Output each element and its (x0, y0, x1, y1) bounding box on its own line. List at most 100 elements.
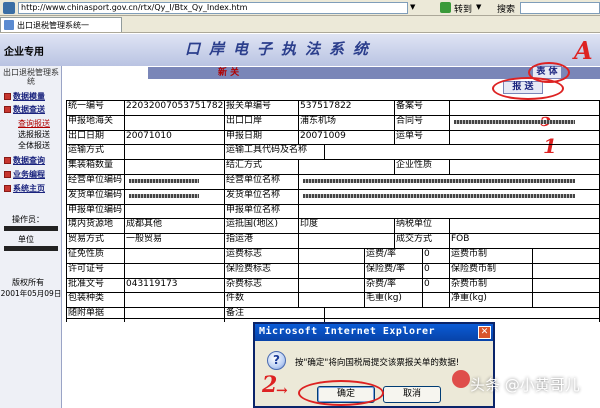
form-label: 运费/率 (364, 248, 422, 263)
search-input[interactable] (520, 2, 600, 14)
form-label: 运输方式 (66, 144, 124, 160)
sidebar-item-home[interactable]: 系统主页 (4, 183, 45, 194)
form-field[interactable] (324, 307, 600, 322)
form-label: 集装箱数量 (66, 159, 124, 174)
go-arrow-icon[interactable] (440, 2, 451, 13)
sidebar-item-data-query[interactable]: 数据查询 (4, 155, 45, 166)
form-field[interactable] (324, 144, 600, 160)
brand-label: 企业专用 (4, 47, 44, 58)
form-field[interactable] (449, 100, 600, 115)
form-field[interactable] (298, 159, 394, 174)
form-field[interactable] (124, 248, 224, 263)
search-label: 搜索 (497, 5, 516, 15)
form-label: 指运港 (224, 233, 298, 248)
form-field[interactable] (124, 114, 224, 130)
form-label: 征免性质 (66, 248, 124, 263)
unit-label: 单位 (18, 235, 34, 244)
form-label: 运费币制 (449, 248, 532, 263)
sidebar-subitem-query-report[interactable]: 查询报送 (18, 118, 50, 129)
form-field[interactable] (298, 233, 394, 248)
form-label: 运单号 (394, 129, 449, 145)
sidebar-subitem-all-report[interactable]: 全体报送 (18, 140, 50, 151)
form-field[interactable] (298, 262, 364, 278)
form-label: 运费标志 (224, 248, 298, 263)
dialog-message: 按"确定"将向国税局提交该票报关单的数据! (295, 358, 460, 368)
form-field[interactable] (298, 174, 600, 189)
form-field[interactable] (298, 277, 364, 293)
form-field[interactable] (422, 292, 449, 308)
form-label: 结汇方式 (224, 159, 298, 174)
form-field[interactable] (124, 262, 224, 278)
system-title: 口岸电子执法系统 (185, 40, 378, 58)
form-field[interactable]: 043119173 (124, 277, 224, 293)
annotation-circle-report (492, 77, 564, 100)
bullet-icon (4, 106, 11, 113)
form-field[interactable]: 成都其他 (124, 218, 224, 234)
form-field[interactable] (449, 159, 600, 174)
form-field[interactable]: 0 (422, 262, 449, 278)
question-icon: ? (267, 351, 286, 370)
sidebar-item-data-model[interactable]: 数据模量 (4, 91, 45, 102)
form-field[interactable]: FOB (449, 233, 600, 248)
form-field[interactable] (298, 248, 364, 263)
form-field[interactable]: 0 (422, 277, 449, 293)
form-field[interactable]: 20071010 (124, 129, 224, 145)
form-label: 申报单位编码 (66, 203, 124, 219)
form-label: 包装种类 (66, 292, 124, 308)
sidebar-item-label: 业务编程 (13, 170, 45, 179)
form-label: 杂费标志 (224, 277, 298, 293)
form-field[interactable] (124, 203, 224, 219)
form-label: 杂费/率 (364, 277, 422, 293)
form-field[interactable]: 浦东机场 (298, 114, 394, 130)
form-field[interactable] (124, 144, 224, 160)
browser-tab[interactable]: 出口退税管理系统一 (0, 17, 122, 32)
redacted-value (303, 193, 575, 198)
form-field[interactable] (532, 292, 600, 308)
page-icon (3, 1, 15, 14)
form-field[interactable]: 220320070537517822 (124, 100, 224, 115)
form-field[interactable] (449, 114, 600, 130)
copyright-date: 2001年05月09日 (0, 289, 62, 298)
form-field[interactable] (532, 262, 600, 278)
form-label: 毛重(kg) (364, 292, 422, 308)
sidebar-subitem-select-report[interactable]: 选报报送 (18, 129, 50, 140)
address-dropdown-icon[interactable]: ▼ (410, 3, 415, 11)
redacted-value (129, 193, 199, 198)
form-field[interactable]: 20071009 (298, 129, 394, 145)
form-field[interactable]: 印度 (298, 218, 394, 234)
form-field[interactable] (124, 174, 224, 189)
unit-value-redacted (4, 246, 58, 251)
form-label: 运输工具代码及名称 (224, 144, 324, 160)
sidebar-item-data-report[interactable]: 数据查送 (4, 104, 45, 115)
form-field[interactable] (449, 218, 600, 234)
form-field[interactable] (532, 277, 600, 293)
go-dropdown-icon[interactable]: ▼ (476, 3, 481, 11)
form-field[interactable] (124, 292, 224, 308)
form-field[interactable] (449, 129, 600, 145)
form-field[interactable]: 0 (422, 248, 449, 263)
form-field[interactable] (298, 203, 600, 219)
form-field[interactable]: 一般贸易 (124, 233, 224, 248)
copyright-label: 版权所有 (12, 278, 44, 287)
form-field[interactable]: 537517822 (298, 100, 394, 115)
form-label: 保险费/率 (364, 262, 422, 278)
sidebar-item-label: 系统主页 (13, 184, 45, 193)
form-label: 保险费标志 (224, 262, 298, 278)
form-field[interactable] (532, 248, 600, 263)
go-button[interactable]: 转到 (454, 2, 472, 15)
form-field[interactable] (124, 307, 224, 322)
form-field[interactable] (124, 188, 224, 204)
sidebar-item-label: 数据查送 (13, 105, 45, 114)
form-label: 经营单位名称 (224, 174, 298, 189)
form-field[interactable] (298, 188, 600, 204)
bullet-icon (4, 157, 11, 164)
sidebar-item-business[interactable]: 业务编程 (4, 169, 45, 180)
form-field[interactable] (124, 159, 224, 174)
form-bottom-border (66, 318, 600, 319)
dialog-cancel-button[interactable]: 取消 (383, 386, 441, 403)
form-field[interactable] (298, 292, 364, 308)
bullet-icon (4, 185, 11, 192)
dialog-close-button[interactable]: ✕ (478, 326, 491, 339)
address-input[interactable]: http://www.chinasport.gov.cn/rtx/Qy_I/Bt… (18, 2, 408, 14)
form-label: 合同号 (394, 114, 449, 130)
